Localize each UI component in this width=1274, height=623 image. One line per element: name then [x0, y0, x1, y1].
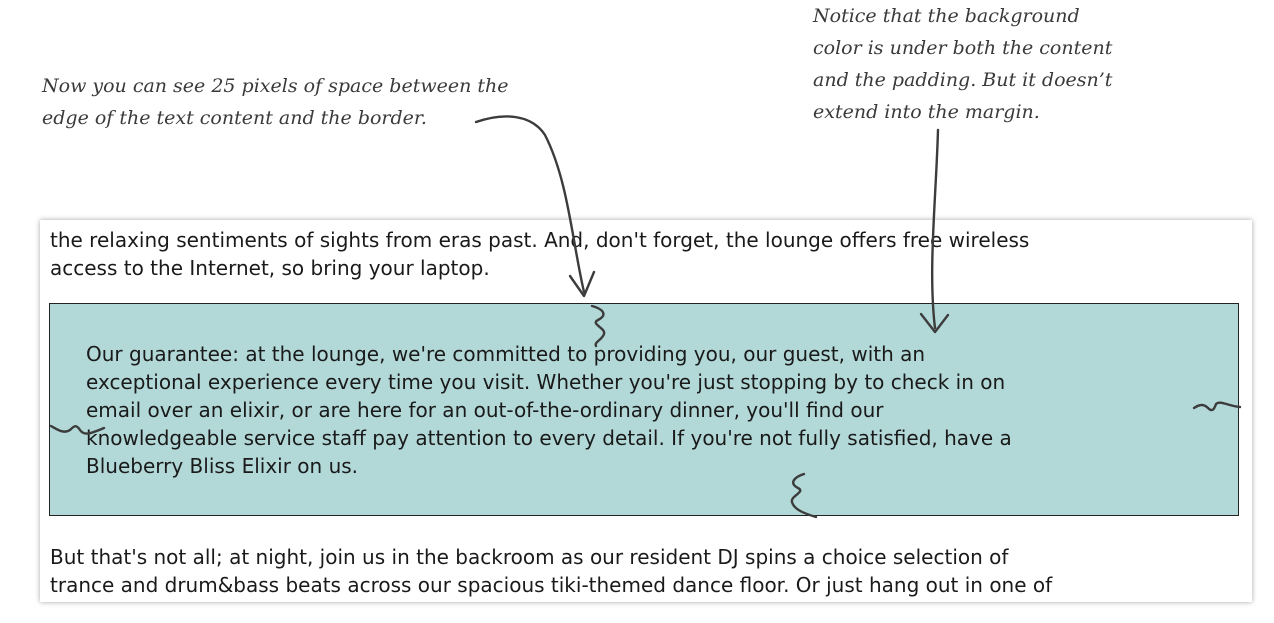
padding-annotation: Now you can see 25 pixels of space betwe…: [42, 70, 508, 134]
annotation-line: and the padding. But it doesn’t: [813, 69, 1113, 91]
annotation-line: Notice that the background: [813, 5, 1080, 27]
paragraph-line: Blueberry Bliss Elixir on us.: [86, 454, 359, 478]
paragraph-line: trance and drum&bass beats across our sp…: [50, 573, 1053, 597]
guarantee-box: Our guarantee: at the lounge, we're comm…: [49, 303, 1239, 516]
guarantee-paragraph: Our guarantee: at the lounge, we're comm…: [86, 340, 1202, 480]
paragraph-line: knowledgeable service staff pay attentio…: [86, 426, 1012, 450]
paragraph-line: Our guarantee: at the lounge, we're comm…: [86, 342, 926, 366]
closing-paragraph: But that's not all; at night, join us in…: [50, 543, 1052, 599]
annotation-line: color is under both the content: [813, 37, 1113, 59]
paragraph-line: But that's not all; at night, join us in…: [50, 545, 1009, 569]
webpage-screenshot: the relaxing sentiments of sights from e…: [40, 220, 1252, 602]
annotation-line: Now you can see 25 pixels of space betwe…: [42, 75, 509, 97]
paragraph-line: the relaxing sentiments of sights from e…: [50, 228, 1030, 252]
paragraph-line: email over an elixir, or are here for an…: [86, 398, 884, 422]
intro-paragraph: the relaxing sentiments of sights from e…: [50, 226, 1029, 282]
paragraph-line: exceptional experience every time you vi…: [86, 370, 1006, 394]
paragraph-line: access to the Internet, so bring your la…: [50, 256, 490, 280]
annotation-line: edge of the text content and the border.: [42, 107, 427, 129]
background-annotation: Notice that the background color is unde…: [813, 0, 1112, 128]
annotated-screenshot: { "annotations": { "padding_note": [ "No…: [0, 0, 1274, 623]
annotation-line: extend into the margin.: [813, 101, 1040, 123]
